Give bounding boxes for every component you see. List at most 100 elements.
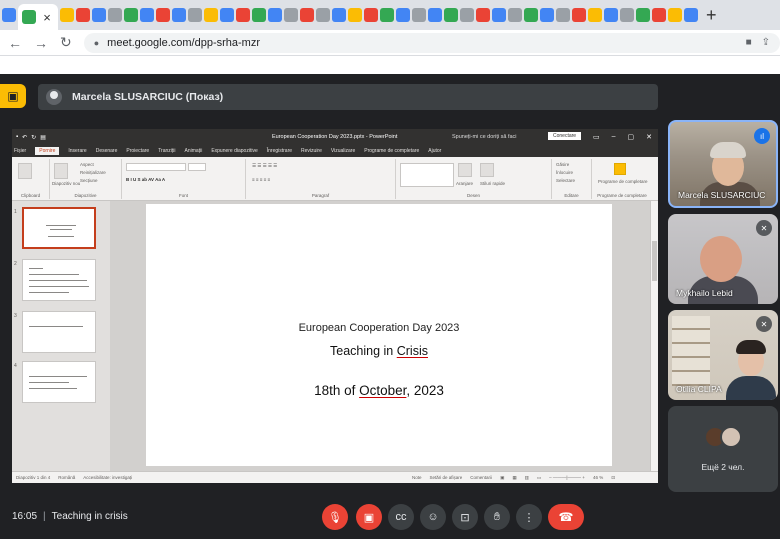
slideshow-icon[interactable]: ▤ xyxy=(40,134,46,141)
tab-favicon-icon[interactable] xyxy=(220,8,234,22)
tab-favicon-icon[interactable] xyxy=(124,8,138,22)
status-language[interactable]: Română xyxy=(58,475,75,480)
paragraph-align-buttons[interactable]: ≡ ≡ ≡ ≡ ≡ xyxy=(252,177,270,182)
quick-styles-button[interactable]: Stiluri rapide xyxy=(480,181,505,186)
tab-favicon-icon[interactable] xyxy=(684,8,698,22)
ppt-menu-tab[interactable]: Desenare xyxy=(96,148,118,154)
tab-favicon-icon[interactable] xyxy=(572,8,586,22)
ppt-menu-tab[interactable]: Proiectare xyxy=(126,148,149,154)
tab-favicon-icon[interactable] xyxy=(476,8,490,22)
tab-favicon-icon[interactable] xyxy=(348,8,362,22)
tab-favicon-icon[interactable] xyxy=(156,8,170,22)
shapes-gallery[interactable] xyxy=(400,163,454,187)
address-bar-url[interactable]: meet.google.com/dpp-srha-mzr xyxy=(107,37,260,49)
tab-favicon-icon[interactable] xyxy=(284,8,298,22)
find-button[interactable]: Găsire xyxy=(556,162,569,167)
scrollbar-thumb[interactable] xyxy=(652,241,657,281)
fit-slide-icon[interactable]: ⊡ xyxy=(611,475,615,481)
tab-active[interactable]: × xyxy=(18,4,58,30)
ppt-menu-tab[interactable]: Înregistrare xyxy=(267,148,292,154)
font-format-buttons[interactable]: B I U S ab AV Aa A xyxy=(126,177,165,182)
paste-icon[interactable] xyxy=(18,163,32,179)
tab-favicon-icon[interactable] xyxy=(140,8,154,22)
close-icon[interactable]: ✕ xyxy=(646,133,652,141)
ppt-search-hint[interactable]: Spuneți-mi ce doriți să faci xyxy=(452,134,517,140)
tab-favicon-icon[interactable] xyxy=(204,8,218,22)
tab-favicon-icon[interactable] xyxy=(76,8,90,22)
view-reading-icon[interactable]: ▥ xyxy=(525,475,529,481)
tab-favicon-icon[interactable] xyxy=(2,8,16,22)
camera-off-button[interactable]: ▣ xyxy=(356,504,382,530)
new-tab-button[interactable]: + xyxy=(706,5,717,26)
slide-thumbnail-1[interactable] xyxy=(22,207,96,249)
ppt-sign-in-button[interactable]: Conectare xyxy=(548,132,582,140)
reload-icon[interactable]: ↻ xyxy=(60,34,72,51)
arrange-icon[interactable] xyxy=(458,163,472,177)
tab-favicon-icon[interactable] xyxy=(172,8,186,22)
ppt-menu-tab[interactable]: Tranziții xyxy=(158,148,175,154)
tab-favicon-icon[interactable] xyxy=(668,8,682,22)
ppt-menu-tab[interactable]: Fișier xyxy=(14,148,26,154)
reactions-button[interactable]: ☺ xyxy=(420,504,446,530)
notes-button[interactable]: Note xyxy=(412,475,422,481)
quick-styles-icon[interactable] xyxy=(480,163,494,177)
ppt-menu-tab[interactable]: Ajutor xyxy=(428,148,441,154)
tab-favicon-icon[interactable] xyxy=(396,8,410,22)
participant-tile-3[interactable]: ✕ Otilia CLIPA xyxy=(668,310,778,400)
tab-favicon-icon[interactable] xyxy=(540,8,554,22)
comments-button[interactable]: Comentarii xyxy=(470,475,492,481)
font-name-input[interactable] xyxy=(126,163,186,171)
tab-favicon-icon[interactable] xyxy=(460,8,474,22)
ribbon-display-icon[interactable]: ▭ xyxy=(593,133,600,141)
replace-button[interactable]: Înlocuire xyxy=(556,170,573,175)
tab-favicon-icon[interactable] xyxy=(556,8,570,22)
more-participants-tile[interactable]: Ещё 2 чел. xyxy=(668,406,778,492)
maximize-icon[interactable]: ▢ xyxy=(628,133,635,141)
ppt-menu-tab[interactable]: Programe de completare xyxy=(364,148,419,154)
tab-favicon-icon[interactable] xyxy=(492,8,506,22)
captions-button[interactable]: cc xyxy=(388,504,414,530)
tab-favicon-icon[interactable] xyxy=(268,8,282,22)
lock-icon[interactable]: ● xyxy=(94,38,99,48)
minimize-icon[interactable]: – xyxy=(612,133,616,141)
tab-favicon-icon[interactable] xyxy=(300,8,314,22)
paragraph-list-buttons[interactable]: ☰ ☰ ☰ ☰ ☰ xyxy=(252,163,277,169)
tab-favicon-icon[interactable] xyxy=(444,8,458,22)
present-button[interactable]: ⊡ xyxy=(452,504,478,530)
reset-button[interactable]: Reinițializare xyxy=(80,170,106,175)
tab-favicon-icon[interactable] xyxy=(316,8,330,22)
layout-button[interactable]: Aspect xyxy=(80,162,94,167)
addins-icon[interactable] xyxy=(614,163,626,175)
mic-off-button[interactable]: 🎙︎ xyxy=(322,504,348,530)
tab-favicon-icon[interactable] xyxy=(604,8,618,22)
tab-close-icon[interactable]: × xyxy=(40,10,54,25)
participant-tile-1[interactable]: ıl Marcela SLUSARCIUC xyxy=(668,120,778,208)
current-slide[interactable]: European Cooperation Day 2023 Teaching i… xyxy=(146,204,612,466)
tab-favicon-icon[interactable] xyxy=(108,8,122,22)
raise-hand-button[interactable]: ✋︎ xyxy=(484,504,510,530)
back-arrow-icon[interactable]: ← xyxy=(8,35,22,51)
address-bar[interactable]: ● meet.google.com/dpp-srha-mzr ■ ⇪ xyxy=(83,32,780,53)
tab-favicon-icon[interactable] xyxy=(652,8,666,22)
zoom-level[interactable]: 46 % xyxy=(593,475,603,481)
ppt-menu-tab[interactable]: Expunere diapozitive xyxy=(211,148,257,154)
view-slideshow-icon[interactable]: ▭ xyxy=(537,475,541,481)
section-button[interactable]: Secțiune xyxy=(80,178,98,183)
ppt-menu-tab[interactable]: Animații xyxy=(185,148,203,154)
tab-favicon-icon[interactable] xyxy=(332,8,346,22)
ppt-menu-tab[interactable]: Inserare xyxy=(68,148,86,154)
tab-favicon-icon[interactable] xyxy=(428,8,442,22)
tab-favicon-icon[interactable] xyxy=(620,8,634,22)
ppt-menu-tab[interactable]: Revizuire xyxy=(301,148,322,154)
redo-icon[interactable]: ↻ xyxy=(31,134,36,141)
tab-favicon-icon[interactable] xyxy=(236,8,250,22)
tab-favicon-icon[interactable] xyxy=(364,8,378,22)
leave-call-button[interactable]: ☎︎ xyxy=(548,504,584,530)
display-settings-button[interactable]: Setări de afișare xyxy=(430,475,463,481)
save-icon[interactable]: ▪ xyxy=(16,134,18,141)
tab-favicon-icon[interactable] xyxy=(60,8,74,22)
new-slide-icon[interactable] xyxy=(54,163,68,179)
status-accessibility[interactable]: Accesibilitate: investigați xyxy=(83,475,132,480)
ppt-menu-tab[interactable]: Vizualizare xyxy=(331,148,355,154)
undo-icon[interactable]: ↶ xyxy=(22,134,27,141)
